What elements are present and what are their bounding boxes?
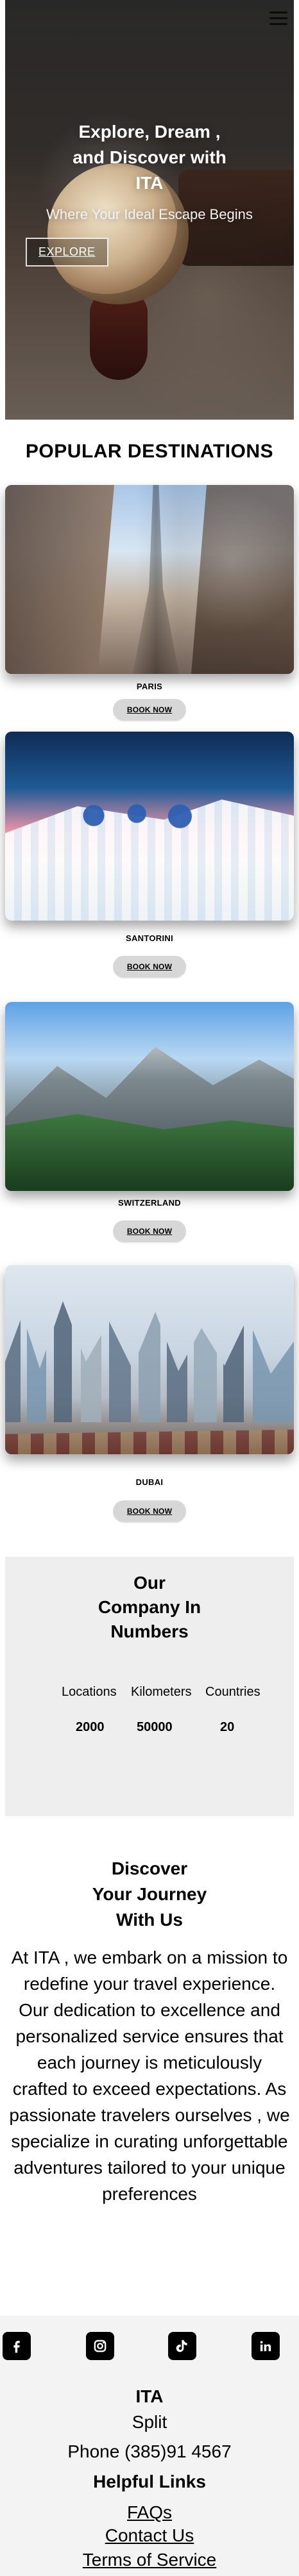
santorini-domes (63, 792, 217, 831)
company-numbers-title: Our Company In Numbers (98, 1573, 201, 1641)
company-stats-headers: Locations Kilometers Countries (0, 1685, 299, 1700)
book-now-button-paris[interactable]: BOOK NOW (113, 699, 186, 721)
hero-subtitle: Where Your Ideal Escape Begins (46, 206, 253, 222)
facebook-icon-glyph (13, 2340, 20, 2353)
footer-link-contact-us[interactable]: Contact Us (0, 2525, 299, 2546)
destination-label-switzerland: SWITZERLAND (118, 1198, 181, 1208)
dubai-image (5, 1265, 294, 1454)
paris-buildings (5, 485, 114, 674)
hero-title: Explore, Dream , and Discover with ITA (73, 122, 226, 193)
destination-card-dubai[interactable] (5, 1265, 294, 1454)
destination-label-dubai: DUBAI (135, 1477, 164, 1487)
dubai-skyline (5, 1301, 294, 1422)
instagram-icon[interactable] (86, 2332, 114, 2360)
menu-line-3 (269, 23, 287, 25)
helpful-links-title: Helpful Links (93, 2472, 206, 2491)
tiktok-icon-glyph (176, 2340, 187, 2352)
tiktok-icon[interactable] (168, 2332, 196, 2360)
popular-destinations-title: POPULAR DESTINATIONS (25, 441, 274, 462)
destination-label-paris: PARIS (136, 682, 163, 691)
footer-phone: Phone (385)91 4567 (67, 2441, 232, 2461)
footer-link-faqs[interactable]: FAQs (0, 2502, 299, 2523)
instagram-icon-glyph (94, 2340, 107, 2352)
hamburger-menu-icon[interactable] (269, 12, 287, 26)
linkedin-icon[interactable] (252, 2332, 280, 2360)
eiffel-tower-shape (133, 485, 179, 674)
destination-card-santorini[interactable] (5, 732, 294, 921)
footer-link-terms-of-service[interactable]: Terms of Service (0, 2550, 299, 2570)
paris-trees (191, 485, 294, 674)
stat-value-countries: 20 (220, 1720, 235, 1734)
page: Explore, Dream , and Discover with ITA W… (0, 0, 299, 2576)
menu-line-1 (269, 12, 287, 13)
book-now-button-dubai[interactable]: BOOK NOW (113, 1500, 186, 1522)
discover-text: At ITA , we embark on a mission to redef… (9, 1948, 290, 2204)
company-stats-values: 2000 50000 20 (0, 1720, 299, 1735)
destination-label-santorini: SANTORINI (126, 933, 173, 943)
facebook-icon[interactable] (3, 2332, 31, 2360)
explore-button[interactable]: EXPLORE (26, 238, 108, 267)
paris-image (5, 485, 294, 674)
footer-brand: ITA (135, 2386, 164, 2406)
linkedin-icon-glyph (260, 2341, 271, 2352)
book-now-button-switzerland[interactable]: BOOK NOW (113, 1220, 186, 1242)
stat-header-countries: Countries (205, 1685, 261, 1699)
stat-value-kilometers: 50000 (137, 1720, 173, 1734)
stat-value-locations: 2000 (76, 1720, 105, 1734)
stat-header-kilometers: Kilometers (131, 1685, 192, 1699)
menu-line-2 (269, 17, 287, 19)
stat-header-locations: Locations (62, 1685, 117, 1699)
hero-content: Explore, Dream , and Discover with ITA W… (0, 119, 299, 223)
switzerland-image (5, 1002, 294, 1191)
social-links (0, 2332, 299, 2367)
destination-card-switzerland[interactable] (5, 1002, 294, 1191)
book-now-button-santorini[interactable]: BOOK NOW (113, 956, 186, 978)
discover-title: Discover Your Journey With Us (92, 1858, 207, 1930)
destination-card-paris[interactable] (5, 485, 294, 674)
footer-city: Split (132, 2412, 167, 2432)
hero-globe-stand-image (90, 291, 148, 380)
santorini-image (5, 732, 294, 921)
